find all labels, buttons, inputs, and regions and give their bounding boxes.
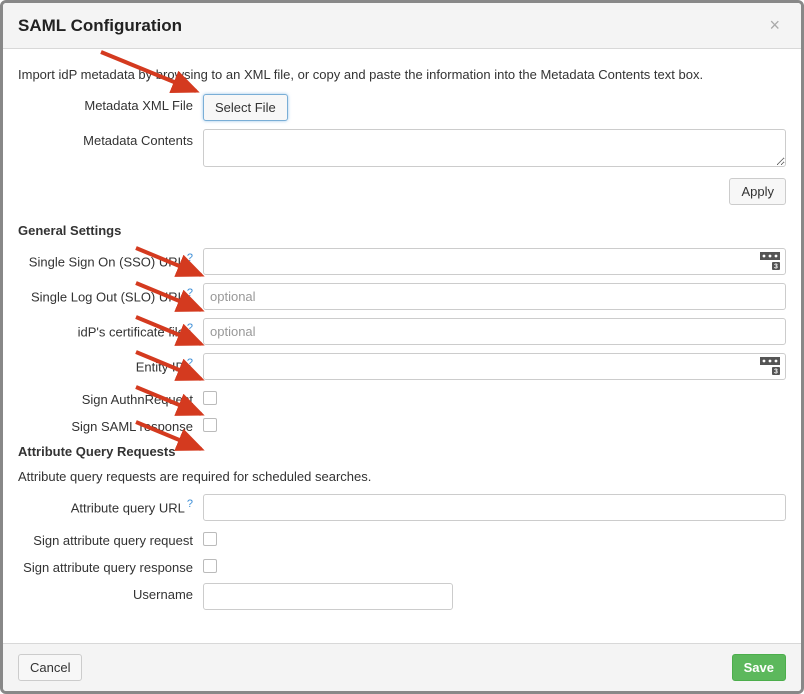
idp-cert-label: idP's certificate file? [18,318,203,339]
attr-query-url-label: Attribute query URL? [18,494,203,515]
modal-header: SAML Configuration × [3,3,801,49]
slo-url-input[interactable] [203,283,786,310]
intro-text: Import idP metadata by browsing to an XM… [18,67,786,82]
username-input[interactable] [203,583,453,610]
password-manager-icon[interactable]: 3 [760,357,780,378]
help-icon[interactable]: ? [187,252,193,264]
username-label: Username [18,583,203,602]
save-button[interactable]: Save [732,654,786,681]
sign-authnrequest-checkbox[interactable] [203,391,217,405]
sign-attr-resp-checkbox[interactable] [203,559,217,573]
sso-url-label: Single Sign On (SSO) URL? [18,248,203,269]
help-icon[interactable]: ? [187,287,193,299]
svg-text:3: 3 [774,369,778,376]
idp-cert-input[interactable] [203,318,786,345]
help-icon[interactable]: ? [187,498,193,510]
metadata-xml-label: Metadata XML File [18,94,203,113]
slo-url-label: Single Log Out (SLO) URL? [18,283,203,304]
sign-attr-req-checkbox[interactable] [203,532,217,546]
password-manager-icon[interactable]: 3 [760,252,780,273]
sign-attr-req-label: Sign attribute query request [18,529,203,548]
metadata-contents-textarea[interactable] [203,129,786,167]
help-icon[interactable]: ? [187,357,193,369]
entity-id-label: Entity ID? [18,353,203,374]
select-file-button[interactable]: Select File [203,94,288,121]
attr-query-url-input[interactable] [203,494,786,521]
attr-query-hint: Attribute query requests are required fo… [18,469,786,484]
apply-button[interactable]: Apply [729,178,786,205]
attr-query-heading: Attribute Query Requests [18,444,786,459]
modal-body: Import idP metadata by browsing to an XM… [3,49,801,643]
close-icon[interactable]: × [763,13,786,38]
metadata-contents-label: Metadata Contents [18,129,203,148]
modal-title: SAML Configuration [18,16,182,36]
sign-saml-response-checkbox[interactable] [203,418,217,432]
cancel-button[interactable]: Cancel [18,654,82,681]
sign-authnrequest-label: Sign AuthnRequest [18,388,203,407]
sso-url-input[interactable] [203,248,786,275]
sign-attr-resp-label: Sign attribute query response [18,556,203,575]
entity-id-input[interactable] [203,353,786,380]
help-icon[interactable]: ? [187,322,193,334]
svg-text:3: 3 [774,264,778,271]
modal-footer: Cancel Save [3,643,801,691]
general-settings-heading: General Settings [18,223,786,238]
saml-config-modal: SAML Configuration × Import idP metadata… [0,0,804,694]
sign-saml-response-label: Sign SAML response [18,415,203,434]
